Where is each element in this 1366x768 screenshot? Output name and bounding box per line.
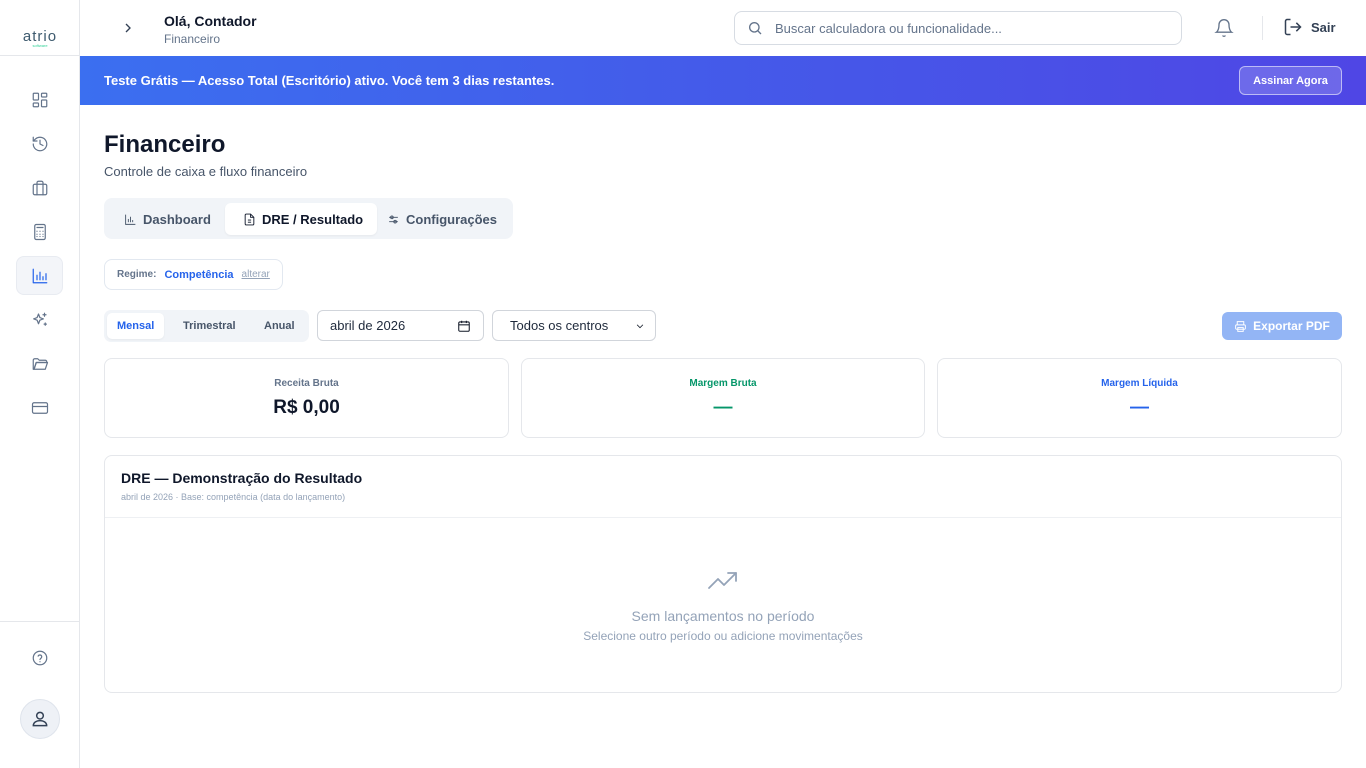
expand-sidebar-button[interactable] — [118, 18, 138, 38]
empty-state-subtitle: Selecione outro período ou adicione movi… — [583, 629, 863, 643]
bar-chart-icon — [32, 268, 47, 283]
kpi-label: Margem Bruta — [689, 378, 757, 389]
page-subtitle: Controle de caixa e fluxo financeiro — [104, 164, 308, 179]
sidebar-item-history[interactable] — [16, 124, 63, 163]
search-box[interactable] — [734, 11, 1182, 45]
calendar-icon — [458, 320, 470, 332]
dre-subtitle: abril de 2026 · Base: competência (data … — [121, 492, 346, 502]
kpi-value: — — [1130, 397, 1149, 418]
cost-center-select[interactable]: Todos os centros — [492, 310, 656, 341]
sidebar: atrio software — [0, 0, 80, 768]
tab-dashboard[interactable]: Dashboard — [106, 203, 225, 235]
kpi-value: — — [713, 397, 733, 418]
bar-chart-icon — [125, 214, 136, 225]
page-title: Financeiro — [104, 131, 226, 158]
kpi-label: Margem Líquida — [1101, 378, 1178, 389]
export-pdf-button[interactable]: Exportar PDF — [1222, 312, 1342, 340]
period-anual-button[interactable]: Anual — [254, 313, 305, 339]
history-icon — [32, 136, 47, 151]
search-input[interactable] — [775, 20, 1155, 36]
brand-logo[interactable]: atrio software — [0, 28, 80, 48]
kpi-label: Receita Bruta — [274, 378, 339, 389]
kpi-value: R$ 0,00 — [273, 397, 340, 418]
regime-value: Competência — [164, 268, 234, 281]
calculator-icon — [33, 223, 46, 240]
breadcrumb: Financeiro — [164, 32, 221, 46]
file-text-icon — [244, 213, 255, 225]
tab-configuracoes[interactable]: Configurações — [369, 203, 511, 235]
sidebar-item-files[interactable] — [16, 344, 63, 383]
notifications-button[interactable] — [1214, 18, 1234, 38]
logout-icon — [1284, 18, 1302, 36]
tab-dre-resultado[interactable]: DRE / Resultado — [225, 203, 378, 235]
sparkles-icon — [32, 312, 47, 326]
tab-bar: Dashboard DRE / Resultado Configurações — [104, 198, 513, 239]
chevron-right-icon — [125, 23, 131, 33]
greeting-text: Olá, Contador — [164, 13, 257, 29]
top-header: Olá, Contador Financeiro Sair — [80, 0, 1366, 56]
search-icon — [749, 22, 762, 35]
month-picker-value: abril de 2026 — [330, 318, 406, 333]
sidebar-bottom-divider — [0, 621, 80, 622]
logout-button[interactable]: Sair — [1283, 17, 1336, 37]
logout-label: Sair — [1311, 19, 1336, 35]
chevron-down-icon — [636, 323, 644, 328]
period-mensal-button[interactable]: Mensal — [107, 313, 165, 339]
trial-banner: Teste Grátis — Acesso Total (Escritório)… — [80, 56, 1366, 105]
dre-title: DRE — Demonstração do Resultado — [121, 470, 363, 486]
regime-selector: Regime: Competência alterar — [104, 259, 283, 290]
month-picker[interactable]: abril de 2026 — [317, 310, 484, 341]
sidebar-item-calculator[interactable] — [16, 212, 63, 251]
user-avatar[interactable] — [20, 699, 60, 739]
sidebar-item-financeiro[interactable] — [16, 256, 63, 295]
briefcase-icon — [32, 180, 47, 195]
sidebar-item-dashboard[interactable] — [16, 80, 63, 119]
trending-up-icon — [707, 570, 739, 592]
period-toggle: Mensal Trimestral Anual — [104, 310, 309, 342]
brand-logo-tag: software — [32, 43, 48, 48]
dre-card: DRE — Demonstração do Resultado abril de… — [104, 455, 1342, 693]
tab-config-label: Configurações — [406, 211, 498, 227]
cost-center-value: Todos os centros — [510, 318, 609, 333]
sidebar-item-billing[interactable] — [16, 388, 63, 427]
sidebar-item-ai[interactable] — [16, 300, 63, 339]
kpi-margem-liquida: Margem Líquida — — [937, 358, 1342, 438]
sidebar-item-briefcase[interactable] — [16, 168, 63, 207]
subscribe-button[interactable]: Assinar Agora — [1239, 66, 1342, 95]
sidebar-divider — [0, 55, 80, 56]
kpi-receita-bruta: Receita Bruta R$ 0,00 — [104, 358, 509, 438]
folder-icon — [32, 357, 48, 370]
tab-dre-label: DRE / Resultado — [262, 211, 364, 227]
help-icon — [32, 650, 47, 665]
empty-state-title: Sem lançamentos no período — [631, 608, 815, 624]
help-button[interactable] — [16, 638, 63, 677]
tab-dashboard-label: Dashboard — [143, 211, 211, 227]
dashboard-icon — [32, 92, 47, 107]
user-icon — [32, 711, 48, 727]
bell-icon — [1214, 19, 1234, 38]
trial-banner-text: Teste Grátis — Acesso Total (Escritório)… — [104, 73, 555, 88]
regime-label: Regime: — [117, 269, 157, 280]
period-trimestral-button[interactable]: Trimestral — [173, 313, 246, 339]
kpi-margem-bruta: Margem Bruta — — [521, 358, 925, 438]
printer-icon — [1235, 320, 1247, 332]
dre-divider — [105, 517, 1341, 518]
export-pdf-label: Exportar PDF — [1253, 319, 1330, 333]
app-root: atrio software Olá, Contador Financeiro … — [0, 0, 1366, 768]
header-separator — [1262, 16, 1263, 40]
credit-card-icon — [31, 401, 48, 414]
regime-change-link[interactable]: alterar — [242, 269, 270, 280]
settings-sliders-icon — [389, 215, 398, 223]
